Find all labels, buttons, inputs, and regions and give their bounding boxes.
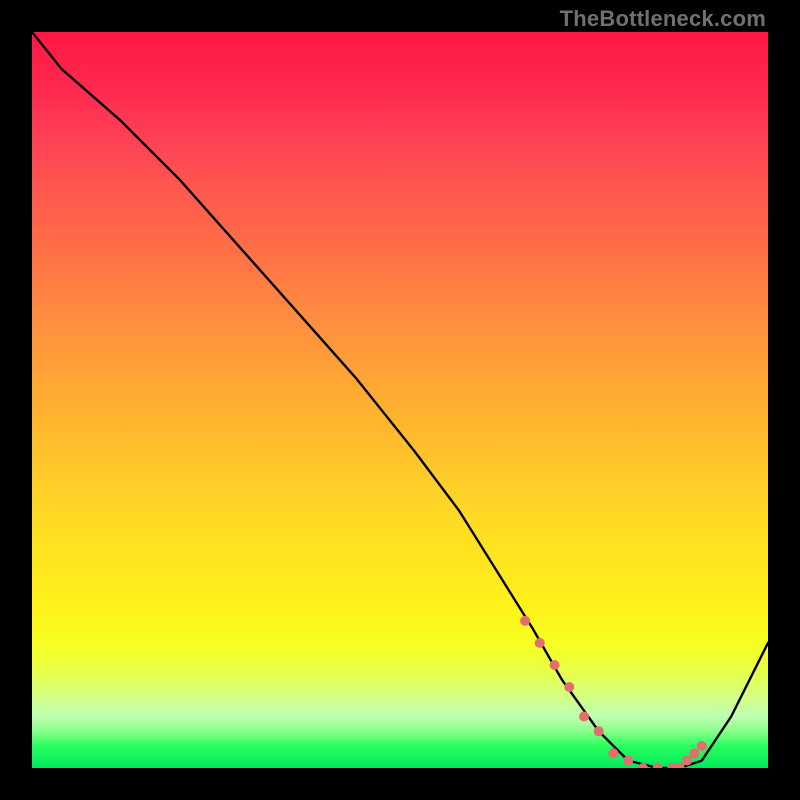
highlight-dot xyxy=(697,741,707,751)
highlight-dot xyxy=(535,638,545,648)
highlight-dot xyxy=(623,756,633,766)
highlight-dot xyxy=(594,726,604,736)
chart-overlay xyxy=(32,32,768,768)
figure: TheBottleneck.com xyxy=(0,0,800,800)
highlight-dot xyxy=(653,763,663,768)
highlight-dot xyxy=(564,682,574,692)
highlight-dot xyxy=(689,748,699,758)
bottleneck-curve xyxy=(32,32,768,768)
highlight-dot xyxy=(608,748,618,758)
highlight-dot xyxy=(520,616,530,626)
plot-area xyxy=(32,32,768,768)
attribution-label: TheBottleneck.com xyxy=(560,6,766,32)
highlight-dot xyxy=(682,756,692,766)
highlight-dot xyxy=(550,660,560,670)
highlight-dot xyxy=(579,712,589,722)
